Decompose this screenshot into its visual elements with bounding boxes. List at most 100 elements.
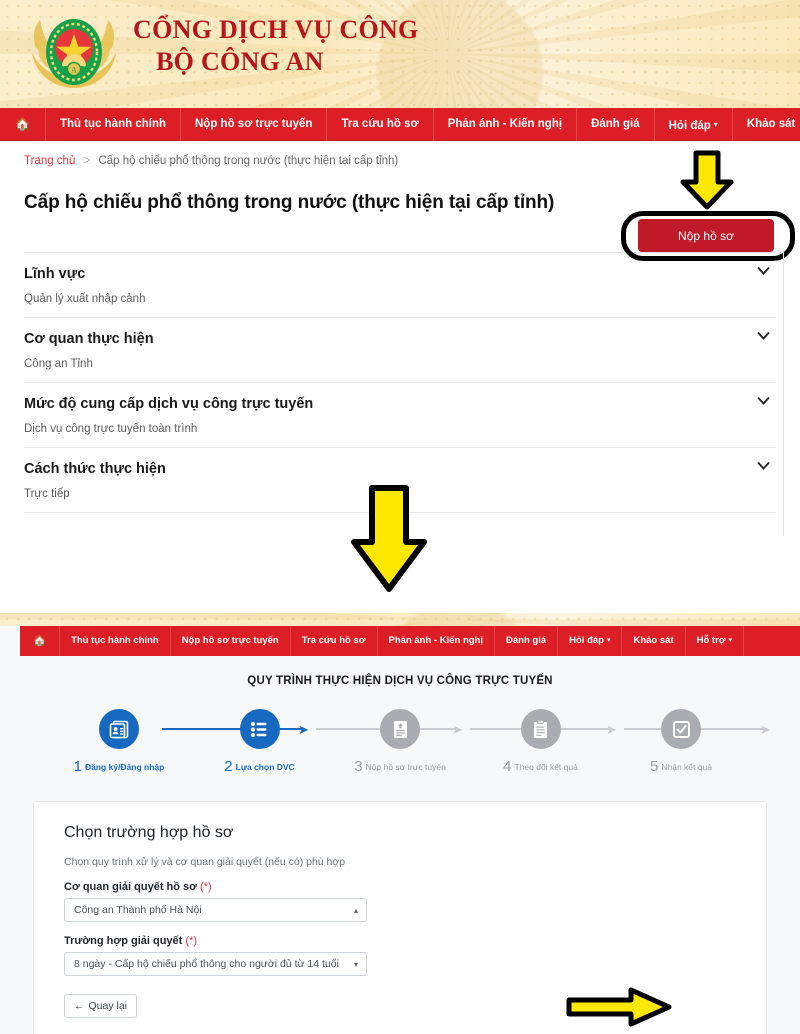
step-circle [239, 709, 280, 749]
form-inner: Chọn trường hợp hồ sơ Chọn quy trình xử … [34, 824, 766, 1018]
accordion-heading: Cách thức thực hiện [24, 461, 166, 477]
step-4-theo-doi-ket-qua[interactable]: 4 Theo dõi kết quả [474, 709, 608, 775]
select-value: Công an Thành phố Hà Nội [74, 904, 202, 916]
nav-label: Đánh giá [506, 635, 547, 646]
step-5-nhan-ket-qua[interactable]: 5 Nhận kết quả [614, 709, 748, 775]
chevron-down-icon[interactable] [757, 396, 770, 405]
nav-item-tra-cuu-ho-so[interactable]: Tra cứu hồ sơ [327, 108, 434, 141]
step-label: 5 Nhận kết quả [614, 758, 748, 775]
step-label: 1 Đăng ký/Đăng nhập [52, 758, 186, 775]
accordion-item-co-quan-thuc-hien[interactable]: Cơ quan thực hiện Công an Tỉnh [24, 318, 776, 383]
nav2-item-khao-sat[interactable]: Khảo sát [622, 626, 686, 656]
secondary-header-strip [0, 613, 800, 626]
accordion-value: Trực tiếp [24, 488, 70, 500]
nav2-item-nop-ho-so-truc-tuyen[interactable]: Nộp hồ sơ trực tuyến [171, 626, 291, 656]
quay-lai-button[interactable]: ← Quay lại [64, 994, 138, 1018]
nav-item-khao-sat[interactable]: Khảo sát [733, 108, 800, 141]
card-title: Chọn trường hợp hồ sơ [64, 824, 234, 841]
breadcrumb-current: Cấp hộ chiếu phổ thông trong nước (thực … [98, 155, 399, 167]
nav2-item-ho-tro[interactable]: Hỗ trợ ▾ [686, 626, 745, 656]
check-square-icon [672, 720, 690, 738]
step-text: Theo dõi kết quả [514, 762, 578, 772]
nav-item-home[interactable]: 🏠 [0, 108, 46, 141]
nop-ho-so-button[interactable]: Nộp hồ sơ [638, 219, 774, 252]
accordion-heading: Cơ quan thực hiện [24, 331, 154, 347]
label-truong-hop-giai-quyet: Trường hợp giải quyết (*) [64, 935, 736, 947]
accordion-item-muc-do-cung-cap[interactable]: Mức độ cung cấp dịch vụ công trực tuyến … [24, 383, 776, 448]
step-1-dang-ky-dang-nhap[interactable]: 1 Đăng ký/Đăng nhập [52, 709, 186, 775]
select-co-quan-giai-quyet[interactable]: Công an Thành phố Hà Nội ▴ [64, 898, 367, 922]
nav2-item-phan-anh-kien-nghi[interactable]: Phản ánh - Kiến nghị [378, 626, 495, 656]
nav-label: Khảo sát [633, 635, 674, 646]
required-marker: (*) [185, 935, 198, 947]
site-header: A CỔNG DỊCH VỤ CÔNG BỘ CÔNG AN [0, 0, 800, 108]
nav-label: Thủ tục hành chính [71, 635, 159, 646]
breadcrumb: Trang chủ > Cấp hộ chiếu phổ thông trong… [0, 141, 800, 167]
case-selection-card: Chọn trường hợp hồ sơ Chọn quy trình xử … [33, 801, 767, 1034]
required-marker: (*) [200, 881, 212, 893]
nav-label: Tra cứu hồ sơ [341, 118, 419, 130]
nav-label: Hỏi đáp [569, 635, 604, 646]
step-circle [380, 709, 420, 749]
list-icon [251, 721, 267, 737]
home-icon: 🏠 [33, 635, 47, 647]
nav-item-danh-gia[interactable]: Đánh giá [577, 108, 655, 141]
select-value: 8 ngày - Cấp hộ chiếu phổ thông cho ngườ… [74, 958, 339, 970]
step-number: 5 [650, 758, 659, 775]
step-text: Đăng ký/Đăng nhập [85, 762, 165, 772]
process-stepper: ➤ ➤ ➤ ➤ 1 Đăng ký/Đăng nhập 2 Lựa chọn D… [52, 709, 771, 787]
breadcrumb-home-link[interactable]: Trang chủ [24, 155, 75, 167]
nav-label: Đánh giá [591, 118, 640, 130]
bottom-browser-panel: 🏠 Thủ tục hành chính Nộp hồ sơ trực tuyế… [0, 613, 800, 1034]
step-number: 1 [73, 758, 82, 775]
accordion-heading: Lĩnh vực [24, 266, 86, 282]
nav-item-nop-ho-so-truc-tuyen[interactable]: Nộp hồ sơ trực tuyến [181, 108, 328, 141]
label-text: Trường hợp giải quyết [64, 935, 183, 947]
nav-item-thu-tuc-hanh-chinh[interactable]: Thủ tục hành chính [46, 108, 181, 141]
nav-item-phan-anh-kien-nghi[interactable]: Phản ánh - Kiến nghị [434, 108, 578, 141]
accordion-value: Quản lý xuất nhập cảnh [24, 293, 146, 305]
id-card-icon [109, 720, 128, 738]
breadcrumb-separator: > [83, 155, 91, 167]
stepper-arrow-icon: ➤ [760, 721, 771, 737]
accordion-item-linh-vuc[interactable]: Lĩnh vực Quản lý xuất nhập cảnh [24, 253, 776, 318]
button-label: Quay lại [88, 1000, 128, 1012]
chevron-down-icon[interactable] [757, 461, 770, 470]
step-label: 4 Theo dõi kết quả [474, 758, 608, 775]
accordion-item-cach-thuc-thuc-hien[interactable]: Cách thức thực hiện Trực tiếp [24, 448, 776, 513]
nav-label: Phản ánh - Kiến nghị [447, 118, 563, 130]
nav2-item-home[interactable]: 🏠 [20, 626, 61, 656]
accordion-heading: Mức độ cung cấp dịch vụ công trực tuyến [24, 396, 314, 412]
nav-label: Phản ánh - Kiến nghị [388, 635, 483, 646]
step-text: Nhận kết quả [661, 762, 712, 772]
step-text: Lựa chọn DVC [235, 762, 295, 772]
step-circle [520, 709, 561, 749]
nav2-item-hoi-dap[interactable]: Hỏi đáp ▾ [558, 626, 623, 656]
select-truong-hop-giai-quyet[interactable]: 8 ngày - Cấp hộ chiếu phổ thông cho ngườ… [64, 952, 367, 976]
chevron-up-icon: ▴ [353, 905, 358, 915]
header-background-pattern [0, 613, 800, 626]
chevron-down-icon: ▾ [353, 959, 358, 969]
step-number: 3 [354, 758, 363, 775]
panel-scrollbar-track[interactable] [783, 250, 784, 536]
step-2-lua-chon-dvc[interactable]: 2 Lựa chọn DVC [193, 709, 327, 775]
brand-line-2: BỘ CÔNG AN [156, 47, 324, 76]
step-circle [661, 709, 701, 749]
chevron-down-icon[interactable] [757, 266, 770, 275]
arrow-left-icon: ← [74, 1000, 85, 1012]
svg-text:A: A [71, 66, 77, 75]
nav2-item-thu-tuc-hanh-chinh[interactable]: Thủ tục hành chính [60, 626, 171, 656]
nav2-item-tra-cuu-ho-so[interactable]: Tra cứu hồ sơ [291, 626, 378, 656]
chevron-down-icon[interactable] [757, 331, 770, 340]
vietnam-police-emblem-icon: A [28, 8, 120, 98]
nav-label: Nộp hồ sơ trực tuyến [181, 635, 279, 646]
nav2-item-danh-gia[interactable]: Đánh giá [495, 626, 559, 656]
nav-item-hoi-dap[interactable]: Hỏi đáp ▾ [655, 108, 733, 141]
nav-label: Khảo sát [746, 118, 796, 130]
clipboard-icon [534, 719, 547, 738]
page-title: Cấp hộ chiếu phổ thông trong nước (thực … [24, 192, 555, 213]
main-navigation-bar: 🏠 Thủ tục hành chính Nộp hồ sơ trực tuyế… [0, 108, 800, 141]
chevron-down-icon: ▾ [713, 120, 718, 129]
step-3-nop-ho-so-truc-tuyen[interactable]: 3 Nộp hồ sơ trực tuyến [333, 709, 467, 775]
step-label: 2 Lựa chọn DVC [193, 758, 327, 775]
